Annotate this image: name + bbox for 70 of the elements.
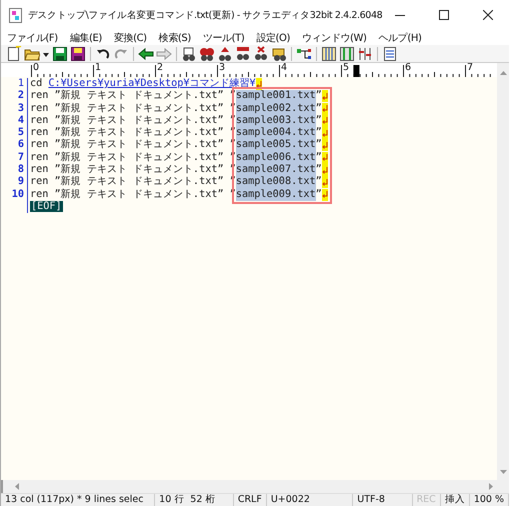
save-icon[interactable] <box>52 46 68 62</box>
line-number: 4 <box>1 114 28 128</box>
line-number: 9 <box>1 176 28 189</box>
status-field: CRLF <box>234 494 267 506</box>
quote-mark: ” <box>316 188 322 201</box>
quote-mark: ” <box>316 152 322 164</box>
path-link[interactable]: C:¥Users¥yuria¥Desktop¥コマンド練習¥ <box>48 78 256 90</box>
menu-item[interactable]: 編集(E) <box>70 30 102 44</box>
status-field: 100 % <box>470 494 509 506</box>
line-number: 1 <box>1 78 28 90</box>
menu-item[interactable]: 検索(S) <box>158 30 191 44</box>
selected-text: sample009.txt <box>236 188 316 201</box>
binoculars-icon[interactable] <box>181 46 197 62</box>
line-number: 7 <box>1 152 28 164</box>
maximize-icon[interactable] <box>439 10 449 20</box>
menu-item[interactable]: 設定(O) <box>256 30 290 44</box>
status-field: 挿入 <box>440 494 470 506</box>
quote-mark: ” <box>316 139 322 152</box>
selected-text: sample006.txt <box>236 152 316 164</box>
line-number: 2 <box>1 90 28 103</box>
text-editor[interactable] <box>1 77 497 480</box>
ruler-label: 1 <box>95 62 102 74</box>
binoculars-icon[interactable] <box>217 46 233 62</box>
save-all-icon[interactable] <box>70 46 86 62</box>
ruler-label: 0 <box>33 62 40 74</box>
binoculars-icon[interactable] <box>235 46 251 62</box>
selected-text: sample005.txt <box>236 139 316 152</box>
selected-text: sample008.txt <box>236 176 316 189</box>
ruler-label: 6 <box>405 62 412 74</box>
notepad-icon <box>9 8 22 22</box>
line-number: 3 <box>1 102 28 115</box>
ruler-label: 3 <box>219 62 226 74</box>
eof-marker: [EOF] <box>30 200 63 212</box>
menu-item[interactable]: ウィンドウ(W) <box>302 30 367 44</box>
selected-text: sample001.txt <box>236 90 316 103</box>
menu-item[interactable]: ヘルプ(H) <box>378 30 422 44</box>
quote-mark: ” <box>316 90 322 103</box>
menu-item[interactable]: 変換(C) <box>114 30 147 44</box>
selected-text: sample004.txt <box>236 127 316 140</box>
code-text: cd <box>30 78 44 90</box>
line-number: 8 <box>1 164 28 176</box>
quote-mark: ” <box>316 114 322 127</box>
quote-mark: ” <box>316 164 322 176</box>
quote-mark: ” <box>316 176 322 189</box>
status-field: UTF-8 <box>353 494 413 506</box>
binoculars-icon[interactable] <box>253 46 269 62</box>
ruler-label: 7 <box>467 62 474 74</box>
line-number: 6 <box>1 139 28 152</box>
menu-item[interactable]: ファイル(F) <box>7 30 58 44</box>
binoculars-icon[interactable] <box>199 46 215 62</box>
quote-mark: ” <box>316 127 322 139</box>
cursor-marker <box>353 65 360 77</box>
ruler-label: 2 <box>157 62 164 74</box>
selected-text: sample007.txt <box>236 164 316 176</box>
line-number: 5 <box>1 127 28 140</box>
ruler-label: 5 <box>343 62 350 74</box>
status-field: U+0022 <box>266 494 354 506</box>
ruler-label: 4 <box>281 62 288 74</box>
selected-text: sample002.txt <box>236 102 316 115</box>
new-file-icon[interactable] <box>6 46 22 62</box>
window-title: デスクトップ\ファイル名変更コマンド.txt(更新) - サクラエディタ32bit 2.4.2.6048 <box>28 8 382 22</box>
line-number: 10 <box>1 188 28 201</box>
left-arrow-icon[interactable] <box>138 46 154 62</box>
menu-item[interactable]: ツール(T) <box>202 30 244 44</box>
status-field: 10 行 52 桁 <box>155 494 234 506</box>
status-field: 13 col (117px) * 9 lines selec <box>1 494 156 506</box>
document-list-icon[interactable] <box>382 46 398 62</box>
selected-text: sample003.txt <box>236 114 316 128</box>
close-icon[interactable] <box>483 10 493 20</box>
quote-mark: ” <box>316 102 322 115</box>
